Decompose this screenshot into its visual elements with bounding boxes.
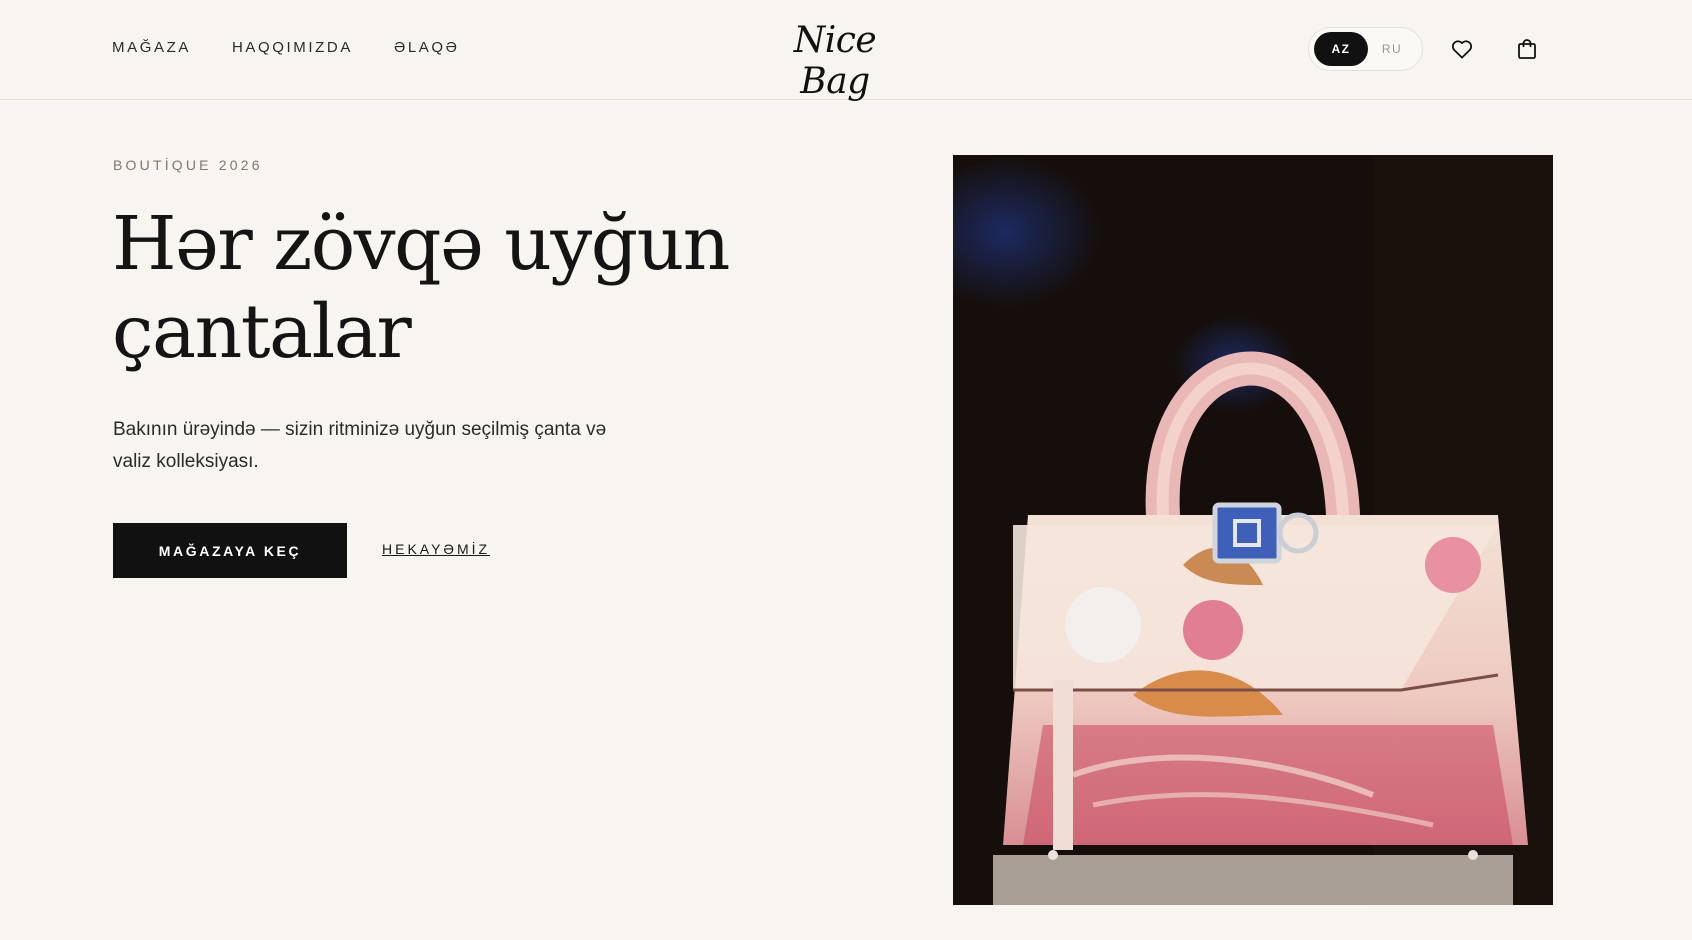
wishlist-button[interactable] [1449,36,1475,62]
nav-shop-link[interactable]: MAĞAZA [112,39,191,56]
site-logo[interactable]: Nice Bag [760,20,910,102]
language-switcher: AZ RU [1308,27,1423,71]
floral-handbag-illustration [953,155,1553,905]
site-header: MAĞAZA HAQQIMIZDA ƏLAQƏ Nice Bag AZ RU [0,0,1692,102]
shop-now-button[interactable]: MAĞAZAYA KEÇ [113,523,347,578]
hero-product-image [953,155,1553,905]
hero-headline-line2: çantalar [112,289,412,375]
main-nav: MAĞAZA HAQQIMIZDA ƏLAQƏ [112,39,460,56]
hero-eyebrow: BOUTİQUE 2026 [113,157,263,173]
hero-description-line2: valiz kolleksiyası. [113,451,259,472]
our-story-link[interactable]: HEKAYƏMİZ [382,541,490,557]
hero-description-line1: Bakının ürəyində — sizin ritminizə uyğun… [113,419,607,440]
language-az-button[interactable]: AZ [1314,32,1368,66]
cart-button[interactable] [1514,36,1540,62]
shopping-bag-icon [1518,39,1536,59]
hero-headline: Hər zövqə uyğun çantalar [112,200,732,376]
language-ru-button[interactable]: RU [1365,32,1419,66]
heart-icon [1451,40,1473,59]
nav-contact-link[interactable]: ƏLAQƏ [394,39,460,56]
hero-headline-line1: Hər zövqə uyğun [112,201,730,287]
hero-description: Bakının ürəyində — sizin ritminizə uyğun… [113,414,653,478]
nav-about-link[interactable]: HAQQIMIZDA [232,39,353,56]
